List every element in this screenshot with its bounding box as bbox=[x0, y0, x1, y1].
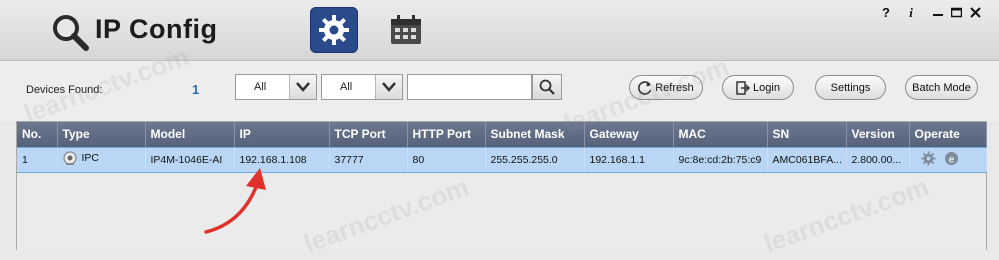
login-label: Login bbox=[753, 81, 780, 94]
schedule-tab-button[interactable] bbox=[382, 7, 430, 53]
cell-ip: 192.168.1.108 bbox=[234, 146, 330, 173]
settings-tab-button[interactable] bbox=[310, 7, 358, 53]
cell-version: 2.800.00... bbox=[846, 146, 910, 173]
table-header-row: No. Type Model IP TCP Port HTTP Port Sub… bbox=[17, 122, 987, 147]
column-header-mac[interactable]: MAC bbox=[673, 122, 768, 147]
cell-model: IP4M-1046E-AI bbox=[145, 146, 235, 173]
browser-e-icon[interactable]: e bbox=[944, 151, 959, 166]
login-button[interactable]: Login bbox=[722, 75, 794, 100]
column-header-subnet-mask[interactable]: Subnet Mask bbox=[485, 122, 585, 147]
devices-found-count: 1 bbox=[192, 82, 200, 97]
device-type-dropdown[interactable]: All bbox=[235, 74, 317, 100]
cell-operate: e bbox=[909, 146, 987, 173]
column-header-sn[interactable]: SN bbox=[767, 122, 847, 147]
batch-mode-button[interactable]: Batch Mode bbox=[905, 75, 978, 100]
chevron-down-icon[interactable] bbox=[289, 75, 316, 99]
devices-found-label: Devices Found: bbox=[26, 84, 103, 96]
cell-sn: AMC061BFA... bbox=[767, 146, 847, 173]
batch-mode-label: Batch Mode bbox=[912, 81, 971, 94]
search-input[interactable] bbox=[408, 75, 531, 99]
close-icon[interactable] bbox=[967, 4, 983, 22]
search-button[interactable] bbox=[532, 74, 562, 100]
cell-type-label: IPC bbox=[81, 152, 100, 164]
cell-http-port: 80 bbox=[407, 146, 486, 173]
settings-button[interactable]: Settings bbox=[815, 75, 886, 100]
cell-subnet-mask: 255.255.255.0 bbox=[485, 146, 585, 173]
cell-tcp-port: 37777 bbox=[329, 146, 408, 173]
info-icon[interactable]: i bbox=[903, 4, 919, 22]
filter-toolbar: Devices Found: 1 All All Refresh Login S… bbox=[0, 61, 999, 121]
column-header-http-port[interactable]: HTTP Port bbox=[407, 122, 486, 147]
cell-no: 1 bbox=[17, 146, 58, 173]
refresh-button[interactable]: Refresh bbox=[629, 75, 703, 100]
maximize-icon[interactable] bbox=[948, 4, 964, 22]
column-header-operate[interactable]: Operate bbox=[909, 122, 987, 147]
title-bar: IP Config ? i bbox=[0, 0, 999, 61]
column-header-gateway[interactable]: Gateway bbox=[584, 122, 674, 147]
minimize-icon[interactable] bbox=[930, 4, 946, 22]
login-icon bbox=[736, 80, 751, 95]
column-header-version[interactable]: Version bbox=[846, 122, 910, 147]
refresh-label: Refresh bbox=[655, 81, 694, 94]
app-title: IP Config bbox=[95, 14, 218, 44]
cell-mac: 9c:8e:cd:2b:75:c9 bbox=[673, 146, 768, 173]
refresh-icon bbox=[638, 80, 652, 95]
svg-text:e: e bbox=[948, 154, 954, 165]
column-header-tcp-port[interactable]: TCP Port bbox=[329, 122, 408, 147]
calendar-icon bbox=[391, 15, 421, 44]
table-row[interactable]: 1 IPC IP4M-1046E-AI 192.168.1.108 37777 … bbox=[17, 146, 987, 173]
gear-icon bbox=[319, 15, 349, 45]
column-header-model[interactable]: Model bbox=[145, 122, 235, 147]
device-type-value: All bbox=[254, 81, 267, 93]
settings-gear-icon[interactable] bbox=[920, 150, 936, 166]
column-header-no[interactable]: No. bbox=[17, 122, 58, 147]
camera-icon bbox=[63, 151, 76, 165]
cell-type: IPC bbox=[57, 146, 146, 173]
column-header-type[interactable]: Type bbox=[57, 122, 146, 147]
cell-gateway: 192.168.1.1 bbox=[584, 146, 674, 173]
device-table: No. Type Model IP TCP Port HTTP Port Sub… bbox=[16, 121, 987, 250]
chevron-down-icon[interactable] bbox=[375, 75, 402, 99]
column-header-ip[interactable]: IP bbox=[234, 122, 330, 147]
filter-dropdown[interactable]: All bbox=[321, 74, 403, 100]
search-field[interactable] bbox=[407, 74, 532, 100]
settings-label: Settings bbox=[830, 81, 871, 94]
search-icon bbox=[53, 15, 89, 51]
help-icon[interactable]: ? bbox=[878, 4, 894, 22]
search-icon bbox=[539, 79, 555, 95]
filter-value: All bbox=[340, 81, 353, 93]
